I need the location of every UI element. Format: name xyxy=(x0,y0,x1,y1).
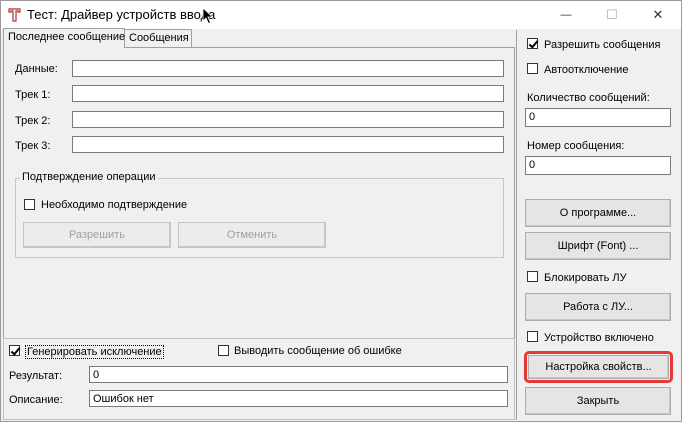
track2-field[interactable] xyxy=(72,111,504,128)
title-bar: Тест: Драйвер устройств ввода — ☐ ✕ xyxy=(1,1,681,29)
track1-label: Трек 1: xyxy=(15,89,51,101)
allow-button[interactable]: Разрешить xyxy=(23,222,171,248)
maximize-button[interactable]: ☐ xyxy=(589,1,635,29)
confirm-group-title: Подтверждение операции xyxy=(20,171,158,183)
result-label: Результат: xyxy=(9,370,63,382)
device-enabled-checkbox[interactable] xyxy=(527,331,538,342)
window-title: Тест: Драйвер устройств ввода xyxy=(27,7,216,22)
description-label: Описание: xyxy=(9,394,63,406)
device-enabled-label: Устройство включено xyxy=(544,332,654,344)
maximize-icon: ☐ xyxy=(606,7,618,22)
message-count-field[interactable]: 0 xyxy=(525,108,671,127)
auto-disable-label: Автоотключение xyxy=(544,64,629,76)
track1-field[interactable] xyxy=(72,85,504,102)
minimize-icon: — xyxy=(560,9,572,21)
close-window-button[interactable]: ✕ xyxy=(635,1,681,29)
font-button[interactable]: Шрифт (Font) ... xyxy=(525,232,671,260)
data-field[interactable] xyxy=(72,60,504,77)
cancel-operation-button[interactable]: Отменить xyxy=(178,222,326,248)
track2-label: Трек 2: xyxy=(15,115,51,127)
mouse-cursor-icon xyxy=(202,7,214,25)
lock-lu-label: Блокировать ЛУ xyxy=(544,272,627,284)
need-confirm-label: Необходимо подтверждение xyxy=(41,199,188,211)
tab-last-message[interactable]: Последнее сообщение xyxy=(3,28,125,48)
enable-messages-checkbox[interactable] xyxy=(527,38,538,49)
app-icon xyxy=(8,8,21,22)
description-field[interactable]: Ошибок нет xyxy=(89,390,508,407)
lock-lu-checkbox[interactable] xyxy=(527,271,538,282)
show-error-checkbox[interactable] xyxy=(218,345,229,356)
need-confirm-checkbox[interactable] xyxy=(24,199,35,210)
track3-label: Трек 3: xyxy=(15,140,51,152)
tab-messages[interactable]: Сообщения xyxy=(124,29,192,47)
generate-exception-checkbox[interactable] xyxy=(9,345,20,356)
app-window: Тест: Драйвер устройств ввода — ☐ ✕ Посл… xyxy=(0,0,682,422)
lu-work-button[interactable]: Работа с ЛУ... xyxy=(525,293,671,321)
message-count-label: Количество сообщений: xyxy=(527,92,650,104)
enable-messages-label: Разрешить сообщения xyxy=(544,39,661,51)
track3-field[interactable] xyxy=(72,136,504,153)
result-field[interactable]: 0 xyxy=(89,366,508,383)
close-icon: ✕ xyxy=(652,7,664,22)
panel-divider xyxy=(516,30,517,420)
minimize-button[interactable]: — xyxy=(543,1,589,29)
properties-highlight xyxy=(524,351,673,383)
about-button[interactable]: О программе... xyxy=(525,199,671,227)
close-button[interactable]: Закрыть xyxy=(525,387,671,415)
auto-disable-checkbox[interactable] xyxy=(527,63,538,74)
data-label: Данные: xyxy=(15,63,58,75)
message-number-label: Номер сообщения: xyxy=(527,140,625,152)
generate-exception-label: Генерировать исключение xyxy=(25,345,164,359)
show-error-label: Выводить сообщение об ошибке xyxy=(234,345,402,357)
message-number-field[interactable]: 0 xyxy=(525,156,671,175)
